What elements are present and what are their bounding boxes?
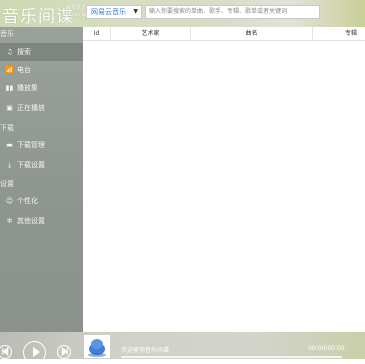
sidebar-item-label: 其他设置 xyxy=(17,217,45,225)
app-logo: 音乐间谍 xyxy=(2,7,74,27)
sidebar-item-label: 播放集 xyxy=(17,84,38,92)
source-select-value: 网易云音乐 xyxy=(91,8,126,16)
song-table-header: Id 艺术家 曲名 专辑 xyxy=(83,27,365,41)
bars-icon: ▮▮ xyxy=(5,84,14,92)
sidebar-item-download-manager[interactable]: ▬ 下载管理 xyxy=(0,136,83,154)
search-input[interactable]: 输入你要搜索的单曲、歌手、专辑、歌单或者关键词 xyxy=(145,5,320,19)
radio-icon: 📶 xyxy=(5,66,14,74)
column-header-album[interactable]: 专辑 xyxy=(313,27,365,40)
folder-icon: ▬ xyxy=(6,141,13,149)
sidebar-section-music: 音乐 xyxy=(0,30,14,38)
album-cover[interactable] xyxy=(84,335,110,358)
music-note-icon: ♫ xyxy=(6,48,13,56)
play-button[interactable] xyxy=(23,341,46,364)
sidebar-item-label: 个性化 xyxy=(17,197,38,205)
user-icon: ☺ xyxy=(5,197,14,205)
next-icon xyxy=(61,347,68,356)
sidebar-item-now-playing[interactable]: ▣ 正在播放 xyxy=(0,99,83,117)
sidebar-item-download-settings[interactable]: ⤓ 下载设置 xyxy=(0,156,83,174)
download-icon: ⤓ xyxy=(7,161,12,169)
sidebar: 音乐 ♫ 搜索 📶 电台 ▮▮ 播放集 ▣ 正在播放 下载 ▬ 下载管理 ⤓ 下载设置 设置… xyxy=(0,27,83,332)
sidebar-item-label: 下载设置 xyxy=(17,161,45,169)
column-header-title[interactable]: 曲名 xyxy=(191,27,313,40)
player-status: 欢迎使用音乐间谍 xyxy=(121,347,170,354)
sidebar-item-radio[interactable]: 📶 电台 xyxy=(0,61,83,79)
sidebar-item-personalize[interactable]: ☺ 个性化 xyxy=(0,192,83,210)
sidebar-item-other-settings[interactable]: ✲ 其他设置 xyxy=(0,212,83,230)
sidebar-item-playlist[interactable]: ▮▮ 播放集 xyxy=(0,79,83,97)
source-select[interactable]: 网易云音乐 ▼ xyxy=(86,5,142,19)
gear-icon: ✲ xyxy=(6,217,13,225)
top-bar: 音乐间谍 免费录音版 Music Spy 网易云音乐 ▼ 输入你要搜索的单曲、歌… xyxy=(0,0,365,27)
sidebar-item-search[interactable]: ♫ 搜索 xyxy=(0,43,83,61)
album-cover-icon xyxy=(88,339,106,357)
sidebar-item-label: 电台 xyxy=(17,66,31,74)
sidebar-item-label: 搜索 xyxy=(17,48,31,56)
sidebar-item-label: 下载管理 xyxy=(17,141,45,149)
column-header-artist[interactable]: 艺术家 xyxy=(111,27,191,40)
column-header-id[interactable]: Id xyxy=(83,27,111,40)
play-box-icon: ▣ xyxy=(6,104,13,112)
play-icon xyxy=(32,347,40,357)
progress-bar[interactable] xyxy=(121,356,342,358)
player-time: 00:00/00:00 xyxy=(308,345,345,352)
song-list[interactable] xyxy=(83,41,365,332)
chevron-down-icon: ▼ xyxy=(133,8,138,15)
sidebar-item-label: 正在播放 xyxy=(17,104,45,112)
previous-icon xyxy=(1,347,8,356)
previous-button[interactable] xyxy=(0,345,12,359)
sidebar-section-download: 下载 xyxy=(0,124,14,132)
next-button[interactable] xyxy=(57,345,71,359)
sidebar-section-settings: 设置 xyxy=(0,180,14,188)
